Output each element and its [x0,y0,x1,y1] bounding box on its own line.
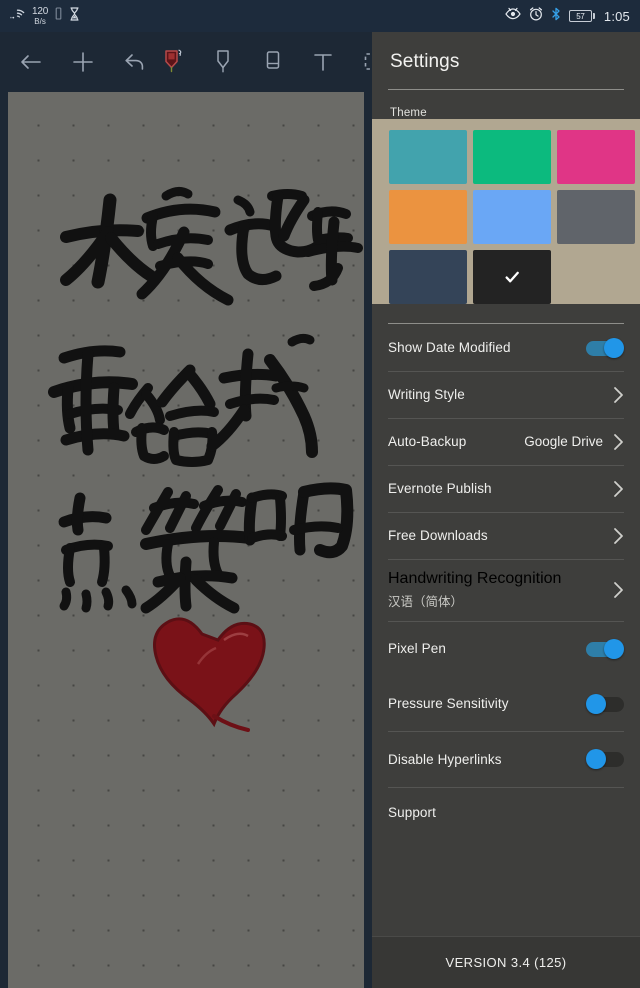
setting-row-pixel-pen[interactable]: Pixel Pen [388,621,624,676]
battery-level: 57 [568,10,592,22]
eraser-icon [266,51,280,69]
setting-row-show-date-modified[interactable]: Show Date Modified [388,324,624,371]
toggle-thumb [604,638,624,659]
version-bar: VERSION 3.4 (125) [372,936,640,988]
status-bar-clock: 1:05 [603,8,630,24]
toggle-thumb [604,337,624,358]
undo-button[interactable] [116,42,154,82]
network-speed-value: 120 [32,5,49,17]
chevron-right-icon [614,582,623,598]
theme-swatch-sand[interactable] [389,130,467,184]
bluetooth-icon [551,7,561,26]
handwriting-strokes [48,186,363,732]
version-text: VERSION 3.4 (125) [445,954,567,970]
setting-label: Free Downloads [388,528,488,543]
text-icon [314,54,332,71]
checkmark-icon [505,271,519,283]
auto-backup-value: Google Drive [524,434,603,449]
back-button[interactable] [12,42,50,82]
setting-row-evernote-publish[interactable]: Evernote Publish [388,465,624,512]
chevron-right-icon [614,480,623,497]
show-date-modified-toggle[interactable] [586,337,624,358]
setting-label: Evernote Publish [388,481,492,496]
setting-row-free-downloads[interactable]: Free Downloads [388,512,624,559]
editor-toolbar [0,32,382,92]
theme-swatch-orange[interactable] [473,190,551,244]
setting-label: Pixel Pen [388,641,446,656]
battery-icon: 57 [568,10,595,22]
back-arrow-icon [21,55,41,69]
setting-label: Support [388,804,436,820]
disable-hyperlinks-toggle[interactable] [586,749,624,769]
theme-swatch-gray[interactable] [389,250,467,304]
pressure-sensitivity-toggle[interactable] [586,693,624,714]
theme-swatch-blue[interactable] [557,190,635,244]
status-bar-right: 57 1:05 [505,6,630,26]
undo-icon [125,54,144,70]
toggle-thumb [586,693,606,714]
theme-swatch-grid [372,119,640,304]
theme-swatch-teal[interactable] [473,130,551,184]
theme-swatch-pink[interactable] [389,190,467,244]
network-speed-indicator: 120 B/s [32,5,49,26]
sim-card-icon [55,7,62,25]
setting-label: Pressure Sensitivity [388,696,509,711]
setting-row-support[interactable]: Support [388,787,624,837]
eye-icon [505,7,521,25]
setting-label: Handwriting Recognition [388,570,562,587]
theme-swatch-green[interactable] [557,130,635,184]
theme-swatch-black[interactable] [557,250,635,304]
note-canvas-area[interactable] [0,92,372,988]
chevron-right-icon [614,527,623,544]
setting-label: Disable Hyperlinks [388,751,502,767]
status-bar-left: 120 B/s [10,5,80,26]
status-bar: 120 B/s 57 1:05 [0,0,640,32]
setting-row-disable-hyperlinks[interactable]: Disable Hyperlinks [388,731,624,787]
plus-icon [73,52,93,72]
setting-row-handwriting-recognition[interactable]: Handwriting Recognition 汉语（简体） [388,559,624,621]
note-page[interactable] [8,92,364,988]
toolbar-left-group [0,42,154,82]
page-title: Settings [390,51,460,72]
toolbar-tools-group [154,42,394,82]
highlighter-icon [217,50,229,73]
app-screen: 120 B/s 57 1:05 Settings Theme Show Date… [0,0,640,988]
setting-text-group: Handwriting Recognition 汉语（简体） [388,570,613,610]
setting-label: Show Date Modified [388,340,511,355]
settings-list: Show Date Modified Writing Style Auto-Ba… [372,324,640,837]
network-speed-unit: B/s [34,16,46,26]
chevron-right-icon [614,386,623,403]
wifi-icon [10,7,25,25]
add-page-button[interactable] [64,42,102,82]
chevron-right-icon [614,433,623,450]
setting-label: Writing Style [388,387,465,402]
hourglass-icon [69,6,80,26]
theme-section-label: Theme [390,107,427,119]
eraser-tool-button[interactable] [254,42,292,82]
settings-panel: Settings Theme Show Date Modified Writin… [372,32,640,988]
text-tool-button[interactable] [304,42,342,82]
setting-label: Auto-Backup [388,434,467,449]
setting-row-auto-backup[interactable]: Auto-Backup Google Drive [388,418,624,465]
setting-row-writing-style[interactable]: Writing Style [388,371,624,418]
pen-tool-button[interactable] [154,42,192,82]
highlighter-tool-button[interactable] [204,42,242,82]
heart-drawing [153,617,266,732]
theme-swatch-navy[interactable] [473,250,551,304]
pen-icon [165,49,182,73]
setting-row-pressure-sensitivity[interactable]: Pressure Sensitivity [388,676,624,731]
setting-sublabel: 汉语（简体） [388,595,464,609]
alarm-clock-icon [529,6,543,26]
pixel-pen-toggle[interactable] [586,638,624,659]
toggle-thumb [586,749,606,769]
battery-cap [592,13,595,19]
